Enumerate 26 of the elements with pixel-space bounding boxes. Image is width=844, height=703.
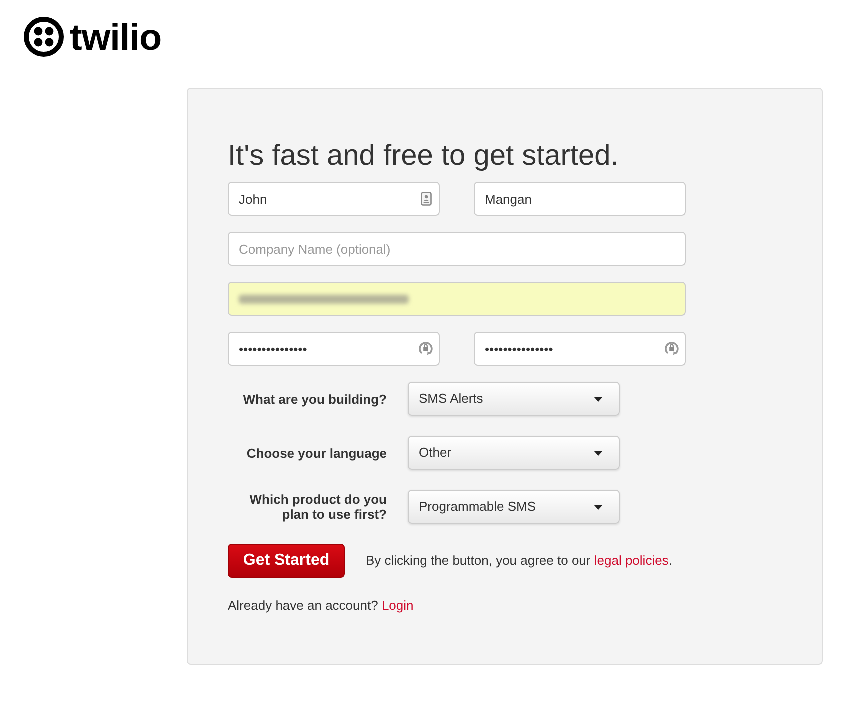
question-label: Which product do you plan to use first?: [248, 492, 387, 522]
caret-icon: [594, 504, 603, 510]
login-link[interactable]: Login: [382, 598, 414, 613]
password-field[interactable]: •••••••••••••••: [474, 332, 686, 366]
logo-text: twilio: [70, 18, 162, 56]
input-field[interactable]: Company Name (optional): [228, 232, 686, 266]
agreement-text: By clicking the button, you agree to our legal policies.: [366, 552, 672, 570]
select-dropdown[interactable]: SMS Alerts: [408, 382, 620, 416]
legal-policies-link[interactable]: legal policies: [594, 553, 669, 568]
form-heading: It's fast and free to get started.: [228, 139, 620, 174]
password-field[interactable]: •••••••••••••••: [228, 332, 440, 366]
question-label: What are you building?: [242, 392, 387, 406]
login-prompt: Already have an account? Login: [228, 597, 415, 615]
caret-icon: [594, 396, 603, 402]
get-started-button[interactable]: Get Started: [228, 544, 345, 578]
logo-icon: [24, 17, 64, 57]
lock-icon: [665, 341, 679, 357]
email-field[interactable]: [228, 282, 686, 316]
select-dropdown[interactable]: Other: [408, 436, 620, 470]
question-label: Choose your language: [246, 446, 387, 460]
lock-icon: [419, 341, 433, 357]
first-name-field[interactable]: John: [228, 182, 440, 216]
select-dropdown[interactable]: Programmable SMS: [408, 490, 620, 524]
caret-icon: [594, 450, 603, 456]
contact-card-icon: [421, 192, 432, 206]
input-field[interactable]: Mangan: [474, 182, 686, 216]
